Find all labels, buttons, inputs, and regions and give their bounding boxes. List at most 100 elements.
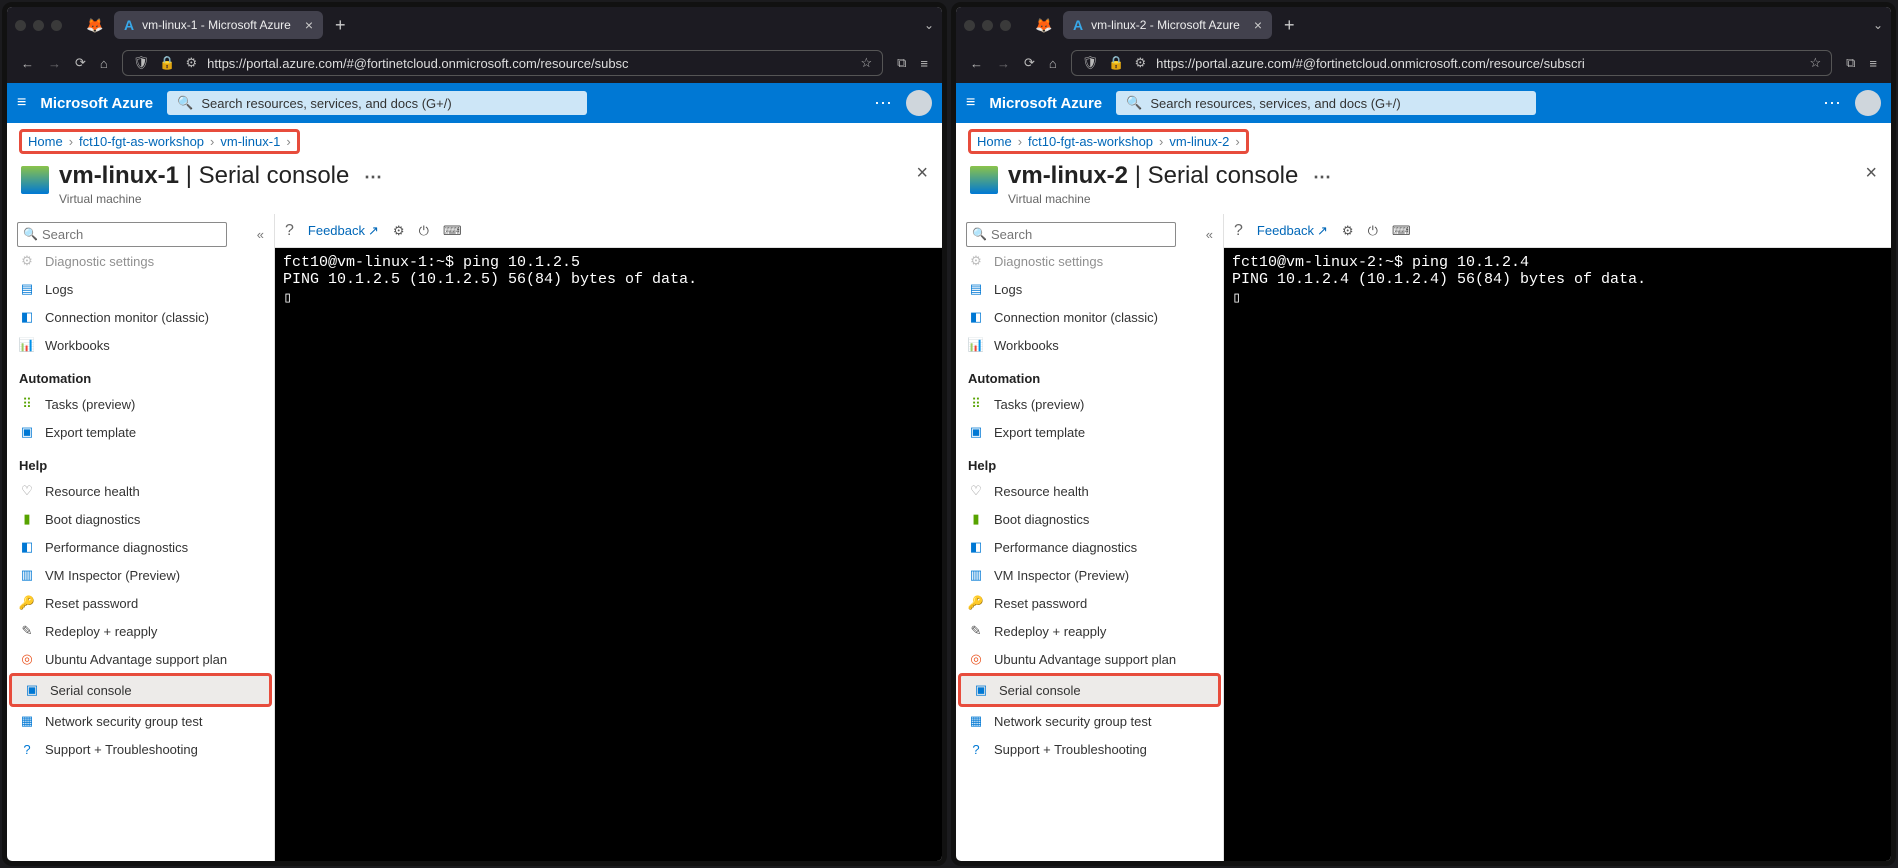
search-placeholder: Search resources, services, and docs (G+… bbox=[201, 96, 451, 111]
sidebar-item[interactable]: ◎Ubuntu Advantage support plan bbox=[956, 645, 1223, 673]
browser-tab[interactable]: A vm-linux-2 - Microsoft Azure × bbox=[1063, 11, 1272, 39]
breadcrumb-home[interactable]: Home bbox=[977, 134, 1012, 149]
more-icon[interactable]: ⋯ bbox=[1823, 93, 1841, 114]
collapse-sidebar-icon[interactable]: « bbox=[257, 227, 264, 242]
window-controls[interactable] bbox=[964, 20, 1011, 31]
back-button[interactable]: ← bbox=[21, 56, 34, 71]
portal-search[interactable]: 🔍 Search resources, services, and docs (… bbox=[167, 91, 587, 115]
sidebar-item[interactable]: ▮Boot diagnostics bbox=[7, 505, 274, 533]
reload-button[interactable]: ⟳ bbox=[75, 55, 86, 71]
sidebar-item[interactable]: ?Support + Troubleshooting bbox=[956, 735, 1223, 763]
sidebar-item[interactable]: ✎Redeploy + reapply bbox=[7, 617, 274, 645]
gear-icon[interactable]: ⚙ bbox=[393, 223, 405, 239]
breadcrumb-rg[interactable]: fct10-fgt-as-workshop bbox=[1028, 134, 1153, 149]
page-more-icon[interactable]: ⋯ bbox=[1313, 167, 1331, 187]
serial-console-terminal[interactable]: fct10@vm-linux-2:~$ ping 10.1.2.4 PING 1… bbox=[1224, 248, 1891, 861]
sidebar-item[interactable]: ▤Logs bbox=[956, 275, 1223, 303]
sidebar-item[interactable]: 🔑Reset password bbox=[7, 589, 274, 617]
home-button[interactable]: ⌂ bbox=[100, 56, 108, 71]
sidebar-item[interactable]: ⠿Tasks (preview) bbox=[956, 390, 1223, 418]
sidebar-item[interactable]: ▣Serial console bbox=[9, 673, 272, 707]
sidebar-item[interactable]: ◧Performance diagnostics bbox=[7, 533, 274, 561]
sidebar-item[interactable]: ▣Export template bbox=[956, 418, 1223, 446]
sidebar-item[interactable]: ▦Network security group test bbox=[7, 707, 274, 735]
sidebar-item[interactable]: ▥VM Inspector (Preview) bbox=[956, 561, 1223, 589]
close-tab-icon[interactable]: × bbox=[1254, 17, 1262, 33]
close-blade-button[interactable]: × bbox=[916, 162, 928, 185]
sidebar-item[interactable]: ▣Export template bbox=[7, 418, 274, 446]
brand-label[interactable]: Microsoft Azure bbox=[40, 95, 153, 112]
sidebar-item[interactable]: 🔑Reset password bbox=[956, 589, 1223, 617]
keyboard-icon[interactable]: ⌨ bbox=[1392, 223, 1411, 239]
sidebar-item[interactable]: ♡Resource health bbox=[7, 477, 274, 505]
sidebar-search-input[interactable] bbox=[17, 222, 227, 247]
close-tab-icon[interactable]: × bbox=[305, 17, 313, 33]
sidebar-item-icon: ▣ bbox=[19, 424, 35, 440]
brand-label[interactable]: Microsoft Azure bbox=[989, 95, 1102, 112]
sidebar-item[interactable]: ◧Connection monitor (classic) bbox=[956, 303, 1223, 331]
portal-menu-button[interactable]: ≡ bbox=[17, 94, 26, 112]
sidebar-item-icon: ⠿ bbox=[968, 396, 984, 412]
page-more-icon[interactable]: ⋯ bbox=[364, 167, 382, 187]
help-icon[interactable]: ? bbox=[285, 222, 294, 240]
back-button[interactable]: ← bbox=[970, 56, 983, 71]
sidebar-search-input[interactable] bbox=[966, 222, 1176, 247]
sidebar-item[interactable]: ⠿Tasks (preview) bbox=[7, 390, 274, 418]
sidebar-item[interactable]: ▣Serial console bbox=[958, 673, 1221, 707]
sidebar-item[interactable]: ✎Redeploy + reapply bbox=[956, 617, 1223, 645]
sidebar-item[interactable]: 📊Workbooks bbox=[956, 331, 1223, 359]
sidebar-item[interactable]: 📊Workbooks bbox=[7, 331, 274, 359]
portal-search[interactable]: 🔍 Search resources, services, and docs (… bbox=[1116, 91, 1536, 115]
new-tab-button[interactable]: + bbox=[1284, 15, 1295, 36]
serial-console-terminal[interactable]: fct10@vm-linux-1:~$ ping 10.1.2.5 PING 1… bbox=[275, 248, 942, 861]
breadcrumb-rg[interactable]: fct10-fgt-as-workshop bbox=[79, 134, 204, 149]
sidebar-item[interactable]: ?Support + Troubleshooting bbox=[7, 735, 274, 763]
sidebar-item[interactable]: ▤Logs bbox=[7, 275, 274, 303]
gear-icon[interactable]: ⚙ bbox=[1342, 223, 1354, 239]
sidebar-item[interactable]: ▦Network security group test bbox=[956, 707, 1223, 735]
sidebar-item[interactable]: ◎Ubuntu Advantage support plan bbox=[7, 645, 274, 673]
home-button[interactable]: ⌂ bbox=[1049, 56, 1057, 71]
more-icon[interactable]: ⋯ bbox=[874, 93, 892, 114]
menu-icon[interactable]: ≡ bbox=[1869, 56, 1877, 71]
address-bar[interactable]: 🛡 🔒 ⚙ https://portal.azure.com/#@fortine… bbox=[122, 50, 883, 76]
feedback-link[interactable]: Feedback↗ bbox=[1257, 223, 1328, 239]
close-blade-button[interactable]: × bbox=[1865, 162, 1877, 185]
sidebar-item[interactable]: ▥VM Inspector (Preview) bbox=[7, 561, 274, 589]
power-icon[interactable]: ⏻ bbox=[1368, 223, 1378, 239]
menu-icon[interactable]: ≡ bbox=[920, 56, 928, 71]
bookmark-icon[interactable]: ☆ bbox=[1809, 55, 1821, 71]
portal-menu-button[interactable]: ≡ bbox=[966, 94, 975, 112]
breadcrumb-home[interactable]: Home bbox=[28, 134, 63, 149]
browser-tab[interactable]: A vm-linux-1 - Microsoft Azure × bbox=[114, 11, 323, 39]
chevron-down-icon[interactable]: ⌄ bbox=[1873, 18, 1883, 32]
breadcrumb-vm[interactable]: vm-linux-1 bbox=[220, 134, 280, 149]
help-icon[interactable]: ? bbox=[1234, 222, 1243, 240]
sidebar-item[interactable]: ⚙Diagnostic settings bbox=[956, 247, 1223, 275]
sidebar-item[interactable]: ▮Boot diagnostics bbox=[956, 505, 1223, 533]
search-icon: 🔍 bbox=[177, 95, 193, 111]
sidebar-item-icon: ♡ bbox=[968, 483, 984, 499]
collapse-sidebar-icon[interactable]: « bbox=[1206, 227, 1213, 242]
feedback-link[interactable]: Feedback↗ bbox=[308, 223, 379, 239]
power-icon[interactable]: ⏻ bbox=[419, 223, 429, 239]
avatar[interactable] bbox=[1855, 90, 1881, 116]
keyboard-icon[interactable]: ⌨ bbox=[443, 223, 462, 239]
avatar[interactable] bbox=[906, 90, 932, 116]
reload-button[interactable]: ⟳ bbox=[1024, 55, 1035, 71]
bookmark-icon[interactable]: ☆ bbox=[860, 55, 872, 71]
chevron-down-icon[interactable]: ⌄ bbox=[924, 18, 934, 32]
new-tab-button[interactable]: + bbox=[335, 15, 346, 36]
forward-button[interactable]: → bbox=[48, 56, 61, 71]
extensions-icon[interactable]: ⧉ bbox=[897, 55, 906, 71]
window-controls[interactable] bbox=[15, 20, 62, 31]
sidebar-item[interactable]: ◧Performance diagnostics bbox=[956, 533, 1223, 561]
extensions-icon[interactable]: ⧉ bbox=[1846, 55, 1855, 71]
sidebar-item[interactable]: ◧Connection monitor (classic) bbox=[7, 303, 274, 331]
sidebar-item[interactable]: ♡Resource health bbox=[956, 477, 1223, 505]
page-title: vm-linux-1 | Serial console ⋯ bbox=[59, 162, 382, 190]
breadcrumb-vm[interactable]: vm-linux-2 bbox=[1169, 134, 1229, 149]
sidebar-item[interactable]: ⚙Diagnostic settings bbox=[7, 247, 274, 275]
address-bar[interactable]: 🛡 🔒 ⚙ https://portal.azure.com/#@fortine… bbox=[1071, 50, 1832, 76]
forward-button[interactable]: → bbox=[997, 56, 1010, 71]
